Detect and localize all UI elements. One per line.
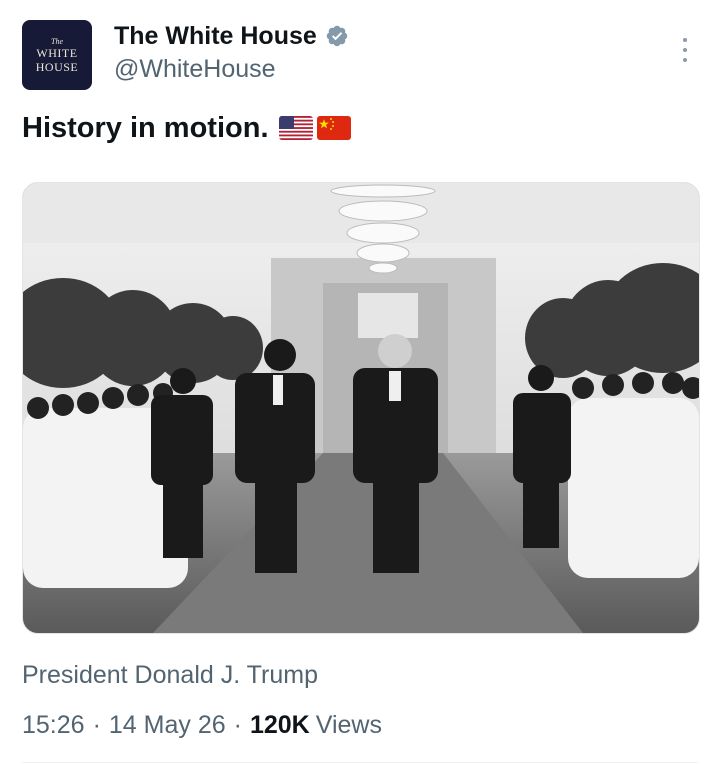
views-label: Views [315, 711, 382, 739]
photo-image [23, 183, 699, 633]
tweet-time[interactable]: 15:26 [22, 708, 85, 742]
tweet-header: The WHITE HOUSE The White House @WhiteHo… [22, 20, 698, 92]
dot [683, 48, 687, 52]
views-count[interactable]: 120K [250, 708, 310, 742]
dot [683, 58, 687, 62]
tweet-text: History in motion. [22, 108, 351, 148]
tweet-date[interactable]: 14 May 26 [109, 708, 226, 742]
media-caption: President Donald J. Trump [22, 661, 318, 689]
verified-badge-icon [326, 25, 348, 47]
tweet-photo[interactable] [22, 182, 700, 634]
avatar-small-text: The [51, 36, 63, 46]
handle[interactable]: @WhiteHouse [114, 52, 349, 86]
tweet-body: History in motion. [22, 112, 269, 144]
dot [683, 38, 687, 42]
avatar-line2: HOUSE [35, 59, 79, 74]
tweet-meta: 15:26 · 14 May 26 · 120K Views [22, 708, 382, 742]
avatar[interactable]: The WHITE HOUSE [22, 20, 92, 90]
display-name-row[interactable]: The White House [114, 20, 349, 52]
display-name[interactable]: The White House [114, 20, 317, 52]
avatar-line1: WHITE [36, 45, 78, 60]
divider [22, 762, 698, 763]
us-flag-icon [278, 116, 313, 140]
meta-separator: · [92, 711, 101, 739]
more-options-icon[interactable] [680, 38, 690, 62]
meta-separator: · [233, 711, 242, 739]
author-info: The White House @WhiteHouse [114, 20, 349, 86]
china-flag-icon [316, 116, 351, 140]
